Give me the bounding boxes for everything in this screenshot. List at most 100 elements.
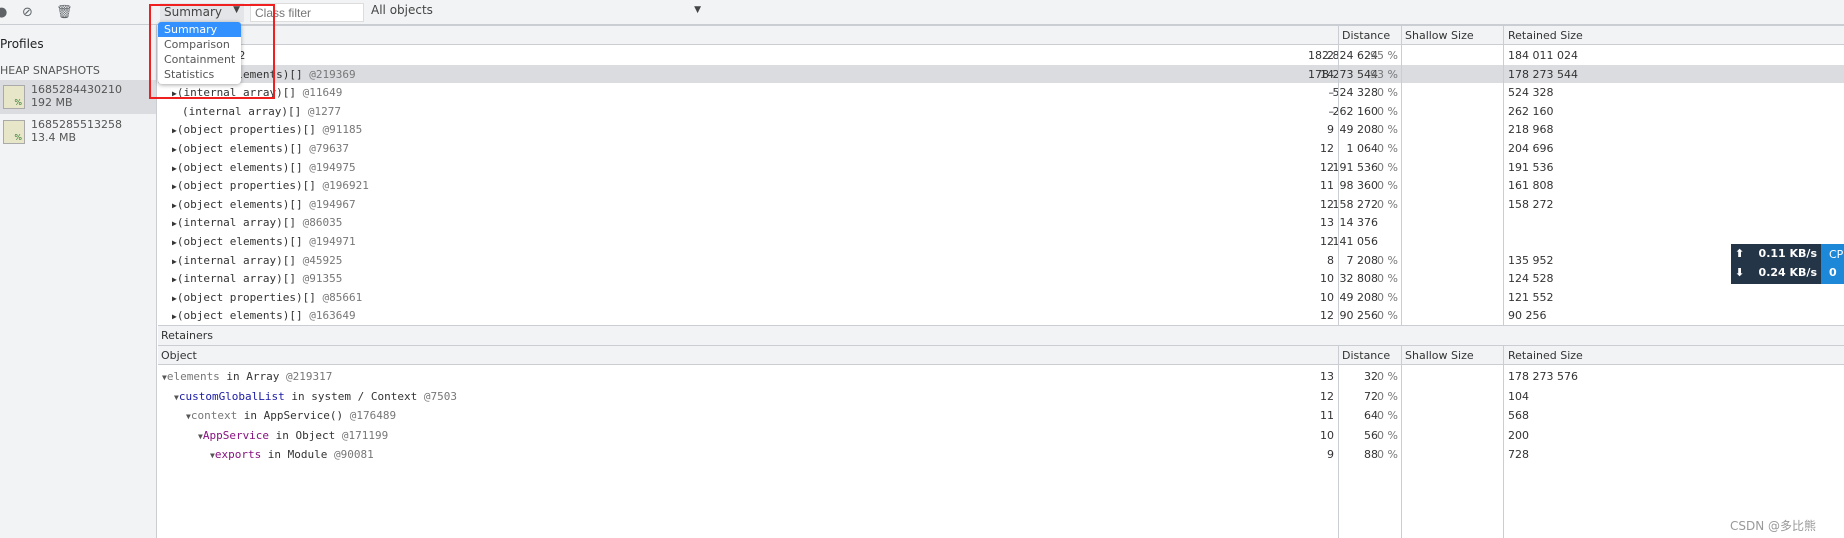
shallow-cell: 141 056 [1332,235,1379,248]
dist-cell: 12 [1320,142,1334,155]
table-row[interactable]: ▶(object elements)[] @163649 12 90 256 0 % 9… [158,306,1844,325]
table-row[interactable]: ▶(object properties)[] @91185 9 49 208 0 % 2… [158,120,1844,139]
retainer-name: ▼context in AppService() @176489 [186,409,397,422]
table-row[interactable]: ▶(object elements)[] @21936914178 273 54… [158,64,1844,84]
cpu-overlay: CP 0 [1821,244,1844,284]
sp-cell: 0 % [1377,197,1398,211]
distance-header[interactable]: Distance [1342,29,1390,42]
sp-cell: 0 % [1377,370,1398,383]
snapshot-item[interactable]: % 1685284430210 192 MB [0,80,156,114]
shallow-cell: 64 [1364,409,1378,422]
table-row[interactable]: ▶(internal array)[] @45925 8 7 208 0 % 135 9… [158,251,1844,270]
upload-arrow-icon: ⬆ [1735,247,1745,260]
download-speed: 0.24 KB/s [1758,266,1817,279]
sp-cell: 0 % [1377,253,1398,267]
objects-select[interactable]: All objects ▼ [371,3,701,17]
trash-icon[interactable]: 🗑 [56,5,73,20]
shallow-cell: 49 208 [1339,290,1379,304]
retainer-row[interactable]: ▼context in AppService() @176489 11 64 0 % 5… [158,406,1844,425]
snapshot-icon: % [3,85,25,109]
sp-cell: 0 % [1377,104,1398,118]
sp-cell: 0 % [1377,160,1398,174]
grid-header: Distance Shallow Size Retained Size [158,25,1844,45]
table-row[interactable]: ▶(internal array)[] @91355 10 32 808 0 % 124… [158,269,1844,288]
sp-cell: 0 % [1377,86,1398,100]
retainer-row[interactable]: ▼AppService in Object @171199 10 56 0 % 200 [158,426,1844,445]
table-row[interactable]: ▶(object elements)[] @194975 12 191 536 0 %… [158,158,1844,177]
table-row[interactable]: ▶(object elements)[] @194967 12 158 272 0 %… [158,195,1844,214]
table-row[interactable]: 022182 824 62495 %184 011 024 [158,46,1844,65]
record-icon[interactable]: ● [0,5,7,20]
object-name: ▶(internal array)[] @86035 [172,216,343,230]
table-row[interactable]: ▶(internal array)[] @86035 13 14 376 [158,213,1844,232]
object-name: ▶(object elements)[] @194971 [172,235,356,248]
table-row[interactable]: ▶(object elements)[] @79637 12 1 064 0 % 204… [158,139,1844,158]
retained-size-header[interactable]: Retained Size [1508,349,1583,362]
shallow-cell: 90 256 [1339,309,1379,323]
shallow-size-header[interactable]: Shallow Size [1405,29,1474,42]
shallow-cell: 14 376 [1339,216,1379,230]
summary-grid: Distance Shallow Size Retained Size 0221… [158,25,1844,325]
retained-cell: 200 [1508,428,1529,442]
snapshot-size: 192 MB [31,96,73,109]
sp-cell: 0 % [1377,309,1398,323]
shallow-cell: 32 [1364,370,1378,383]
network-speed-overlay: ⬆ 0.11 KB/s ⬇ 0.24 KB/s [1731,244,1821,284]
table-row[interactable]: ▶(object properties)[] @196921 11 98 360 0 … [158,176,1844,195]
shallow-cell: 182 824 624 [1308,49,1378,62]
retained-cell: 161 808 [1508,179,1554,193]
object-name: ▶(object properties)[] @91185 [172,123,363,137]
shallow-cell: 191 536 [1332,160,1379,174]
sp-cell: 0 % [1377,142,1398,155]
retained-cell: 104 [1508,389,1529,403]
toolbar: ● ⊘ 🗑 Summary▼ All objects▼ [0,0,1844,25]
download-arrow-icon: ⬇ [1735,266,1745,279]
table-row[interactable]: ▶(object properties)[] @85661 10 49 208 0 %… [158,288,1844,307]
retained-size-header[interactable]: Retained Size [1508,29,1583,42]
shallow-cell: 98 360 [1339,179,1379,193]
sp-cell: 0 % [1377,179,1398,193]
chevron-down-icon: ▼ [694,5,701,15]
shallow-size-header[interactable]: Shallow Size [1405,349,1474,362]
shallow-cell: 49 208 [1339,123,1379,137]
objects-select-value: All objects [371,3,433,17]
sp-cell: 0 % [1377,409,1398,422]
snapshot-size: 13.4 MB [31,131,77,144]
table-row[interactable]: ▶(internal array)[] @11649–524 328 0 % 524… [158,83,1844,102]
upload-speed: 0.11 KB/s [1758,247,1817,260]
object-name: ▶(object elements)[] @194975 [172,160,356,174]
clear-icon[interactable]: ⊘ [22,5,33,20]
retained-cell: 158 272 [1508,197,1554,211]
watermark: CSDN @多比熊 [1730,519,1817,533]
table-row[interactable]: (internal array)[] @1277–262 160 0 % 262 1… [158,102,1844,121]
retained-cell: 184 011 024 [1508,49,1578,62]
highlight-box [149,4,275,99]
table-row[interactable]: ▶(object elements)[] @194971 12 141 056 [158,232,1844,251]
retainer-name: ▼exports in Module @90081 [210,448,374,461]
retained-cell: 178 273 544 [1508,67,1578,81]
sp-cell: 0 % [1377,272,1398,286]
retainer-name: ▼customGlobalList in system / Context @7… [174,389,457,403]
snapshot-name: 1685285513258 [31,118,122,131]
distance-header[interactable]: Distance [1342,349,1390,362]
retainer-row[interactable]: ▼exports in Module @90081 9 88 0 % 728 [158,445,1844,464]
retainers-header: Object Distance Shallow Size Retained Si… [158,345,1844,365]
retained-cell: 218 968 [1508,123,1554,137]
retained-cell: 135 952 [1508,253,1554,267]
dist-cell: 9 [1327,448,1334,461]
profiles-title: Profiles [0,37,44,51]
snapshot-item[interactable]: % 1685285513258 13.4 MB [0,115,156,149]
dist-cell: 11 [1320,179,1334,193]
retained-cell: 204 696 [1508,142,1554,155]
object-header[interactable]: Object [161,349,197,362]
shallow-cell: 56 [1364,428,1378,442]
shallow-cell: 32 808 [1339,272,1379,286]
retainer-row[interactable]: ▼elements in Array @219317 13 32 0 % 178 273… [158,367,1844,386]
cpu-label: CP [1829,248,1844,261]
retainer-row[interactable]: ▼customGlobalList in system / Context @7… [158,387,1844,406]
retainers-title: Retainers [161,329,214,342]
dist-cell: 13 [1320,370,1334,383]
shallow-cell: 88 [1364,448,1378,461]
dist-cell: 9 [1327,123,1334,137]
shallow-cell: 178 273 544 [1308,67,1378,81]
